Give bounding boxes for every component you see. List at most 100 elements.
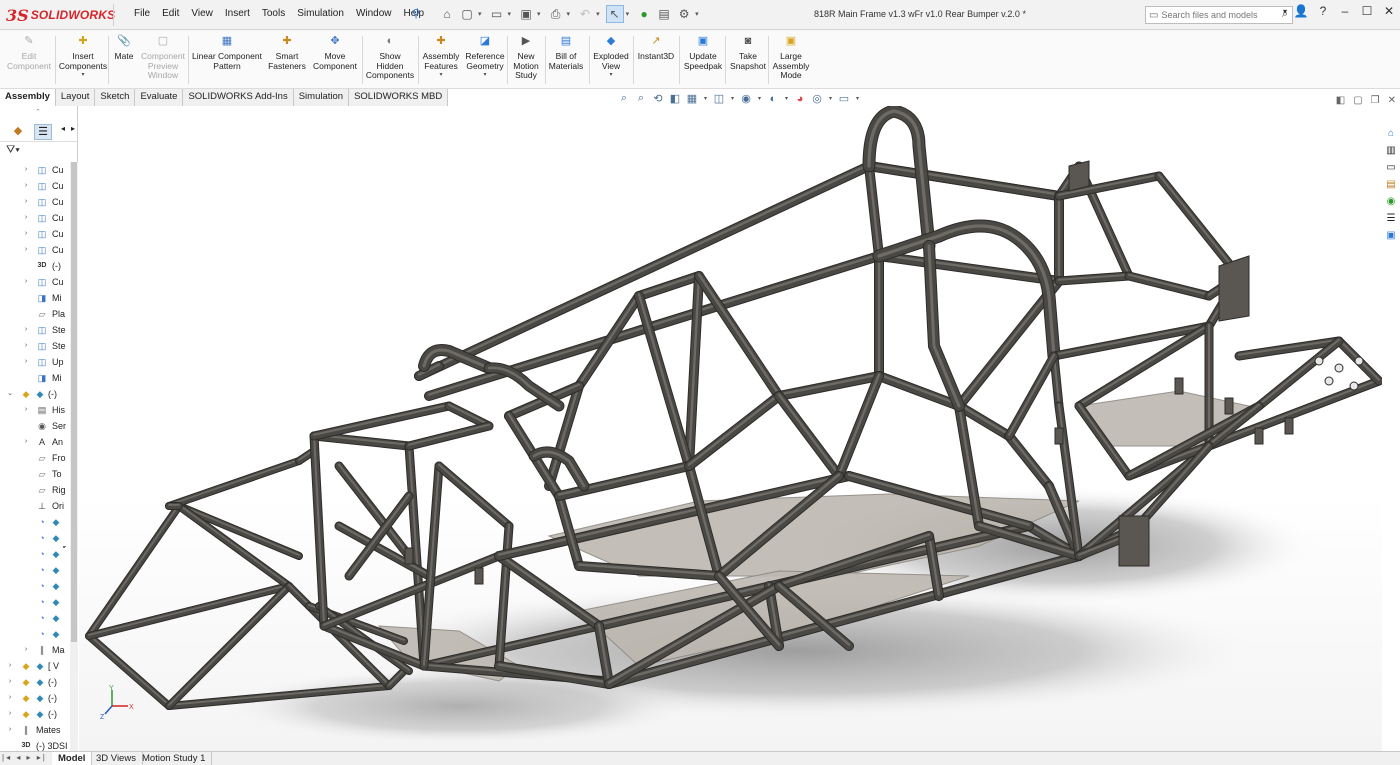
motion-study-button[interactable]: ▶ New Motion Study: [511, 34, 541, 81]
tree-item[interactable]: › ◫ Cu: [0, 162, 70, 178]
expand-icon[interactable]: ›: [22, 274, 30, 290]
forum-icon[interactable]: ▣: [1384, 228, 1398, 243]
show-hidden-button[interactable]: ◐ Show Hidden Components: [365, 34, 415, 81]
tab-model[interactable]: Model: [52, 752, 93, 765]
edit-appearance-icon[interactable]: ◕: [793, 93, 807, 105]
expand-icon[interactable]: ›: [22, 194, 30, 210]
search-box[interactable]: ▭ ⌕: [1145, 6, 1293, 24]
chevron-down-icon[interactable]: ▾: [1280, 7, 1290, 16]
search-scope-icon[interactable]: ▭: [1149, 10, 1158, 21]
tree-item[interactable]: › ◆ ◆ (-): [0, 706, 70, 722]
viewport-single-icon[interactable]: ▢: [1353, 95, 1362, 106]
exploded-view-button[interactable]: ◆ Exploded View ▾: [592, 34, 630, 81]
insert-components-button[interactable]: ✚ Insert Components ▾: [58, 34, 108, 81]
chevron-down-icon[interactable]: ▾: [81, 71, 84, 81]
tree-item[interactable]: › ∥ Ma: [0, 642, 70, 658]
chevron-down-icon[interactable]: ▾: [854, 95, 861, 102]
expand-icon[interactable]: ›: [22, 354, 30, 370]
maximize-icon[interactable]: ☐: [1356, 4, 1378, 18]
pin-icon[interactable]: ⚲: [412, 8, 424, 20]
expand-icon[interactable]: ›: [22, 210, 30, 226]
tree-item[interactable]: ▱ Pla: [0, 306, 70, 322]
tree-item[interactable]: › ∥ Mates: [0, 722, 70, 738]
tree-item[interactable]: › ◫ Cu: [0, 242, 70, 258]
tab-nav-arrows-icon[interactable]: |◂ ◂ ▸ ▸|: [2, 753, 47, 762]
menu-window[interactable]: Window: [350, 8, 398, 19]
tree-item[interactable]: ◔ ◆: [0, 594, 70, 610]
tree-item[interactable]: ◔ ◆: [0, 514, 70, 530]
expand-icon[interactable]: ›: [6, 658, 14, 674]
linear-pattern-button[interactable]: ▦ Linear Component Pattern: [191, 34, 263, 71]
menu-simulation[interactable]: Simulation: [291, 8, 350, 19]
undo-icon[interactable]: ↶: [576, 5, 594, 23]
view-settings-icon[interactable]: ▭: [837, 92, 851, 105]
tree-item[interactable]: ◔ ◆: [0, 578, 70, 594]
edit-component-button[interactable]: ✎ Edit Component: [4, 34, 54, 71]
viewport-split-icon[interactable]: ◧: [1336, 95, 1345, 106]
panel-grip-icon[interactable]: ⌃: [35, 108, 41, 116]
new-document-icon[interactable]: ▢: [458, 5, 476, 23]
tree-item[interactable]: › ◫ Cu: [0, 210, 70, 226]
print-icon[interactable]: ⎙: [547, 5, 565, 23]
chevron-down-icon[interactable]: ▾: [783, 95, 790, 102]
tree-item[interactable]: ◉ Ser: [0, 418, 70, 434]
minimize-icon[interactable]: –: [1334, 4, 1356, 18]
tree-item[interactable]: ◔ ◆: [0, 562, 70, 578]
file-properties-icon[interactable]: ▤: [655, 5, 673, 23]
large-assembly-button[interactable]: ▣ Large Assembly Mode: [772, 34, 810, 81]
design-library-icon[interactable]: ▥: [1384, 143, 1398, 158]
chassis-model[interactable]: [79, 106, 1382, 751]
expand-icon[interactable]: ›: [6, 674, 14, 690]
custom-properties-icon[interactable]: ☰: [1384, 211, 1398, 226]
assembly-features-button[interactable]: ✚ Assembly Features ▾: [421, 34, 461, 81]
menu-edit[interactable]: Edit: [156, 8, 185, 19]
bom-button[interactable]: ▤ Bill of Materials: [548, 34, 584, 71]
expand-icon[interactable]: ›: [6, 690, 14, 706]
appearances-icon[interactable]: ◉: [1384, 194, 1398, 209]
user-icon[interactable]: 👤: [1290, 4, 1312, 18]
chevron-down-icon[interactable]: ▾: [609, 71, 612, 81]
menu-file[interactable]: File: [128, 8, 156, 19]
tree-item[interactable]: ⌄ ◆ ◆ (-): [0, 386, 70, 402]
file-explorer-icon[interactable]: ▭: [1384, 160, 1398, 175]
chevron-down-icon[interactable]: ▾: [537, 10, 541, 18]
solidworks-resources-icon[interactable]: ⌂: [1384, 126, 1398, 141]
expand-icon[interactable]: ›: [22, 242, 30, 258]
select-arrow-icon[interactable]: ↖: [605, 5, 624, 23]
feature-tree-icon[interactable]: ◆: [9, 124, 27, 140]
solidworks-logo[interactable]: 3S SOLIDWORKS: [6, 5, 115, 25]
tab-motion-study-1[interactable]: Motion Study 1: [136, 752, 213, 765]
chevron-down-icon[interactable]: ▾: [827, 95, 834, 102]
filter-icon[interactable]: ⛛▾: [6, 144, 20, 157]
view-palette-icon[interactable]: ▤: [1384, 177, 1398, 192]
tree-item[interactable]: › ▤ His: [0, 402, 70, 418]
graphics-area[interactable]: [79, 106, 1382, 751]
tab-simulation[interactable]: Simulation: [293, 89, 350, 106]
section-view-icon[interactable]: ◧: [668, 92, 682, 105]
expand-icon[interactable]: ›: [6, 722, 14, 738]
tree-item[interactable]: 3D (-): [0, 258, 70, 274]
tab-sketch[interactable]: Sketch: [95, 89, 136, 106]
tree-item[interactable]: › ◫ Ste: [0, 322, 70, 338]
hide-show-items-icon[interactable]: ◐: [766, 93, 780, 105]
chevron-down-icon[interactable]: ▾: [596, 10, 600, 18]
search-input[interactable]: [1161, 10, 1262, 20]
home-icon[interactable]: ⌂: [438, 5, 456, 23]
tree-item[interactable]: ◨ Mi: [0, 290, 70, 306]
chevron-down-icon[interactable]: ▾: [478, 10, 482, 18]
property-manager-icon[interactable]: ☰: [34, 124, 52, 140]
save-icon[interactable]: ▣: [517, 5, 535, 23]
tree-item[interactable]: ◔ ◆: [0, 610, 70, 626]
close-icon[interactable]: ✕: [1378, 4, 1400, 18]
tree-item[interactable]: ▱ Fro: [0, 450, 70, 466]
component-preview-button[interactable]: ▢ Component Preview Window: [140, 34, 186, 81]
tree-item[interactable]: › A An: [0, 434, 70, 450]
tab-3d-views[interactable]: 3D Views: [90, 752, 143, 765]
tree-item[interactable]: ◔ ◆: [0, 626, 70, 642]
tree-item[interactable]: ▱ Rig: [0, 482, 70, 498]
chevron-down-icon[interactable]: ▾: [567, 10, 571, 18]
viewport-close-icon[interactable]: ✕: [1388, 95, 1396, 106]
chevron-down-icon[interactable]: ▾: [756, 95, 763, 102]
menu-view[interactable]: View: [185, 8, 219, 19]
expand-icon[interactable]: ›: [22, 338, 30, 354]
